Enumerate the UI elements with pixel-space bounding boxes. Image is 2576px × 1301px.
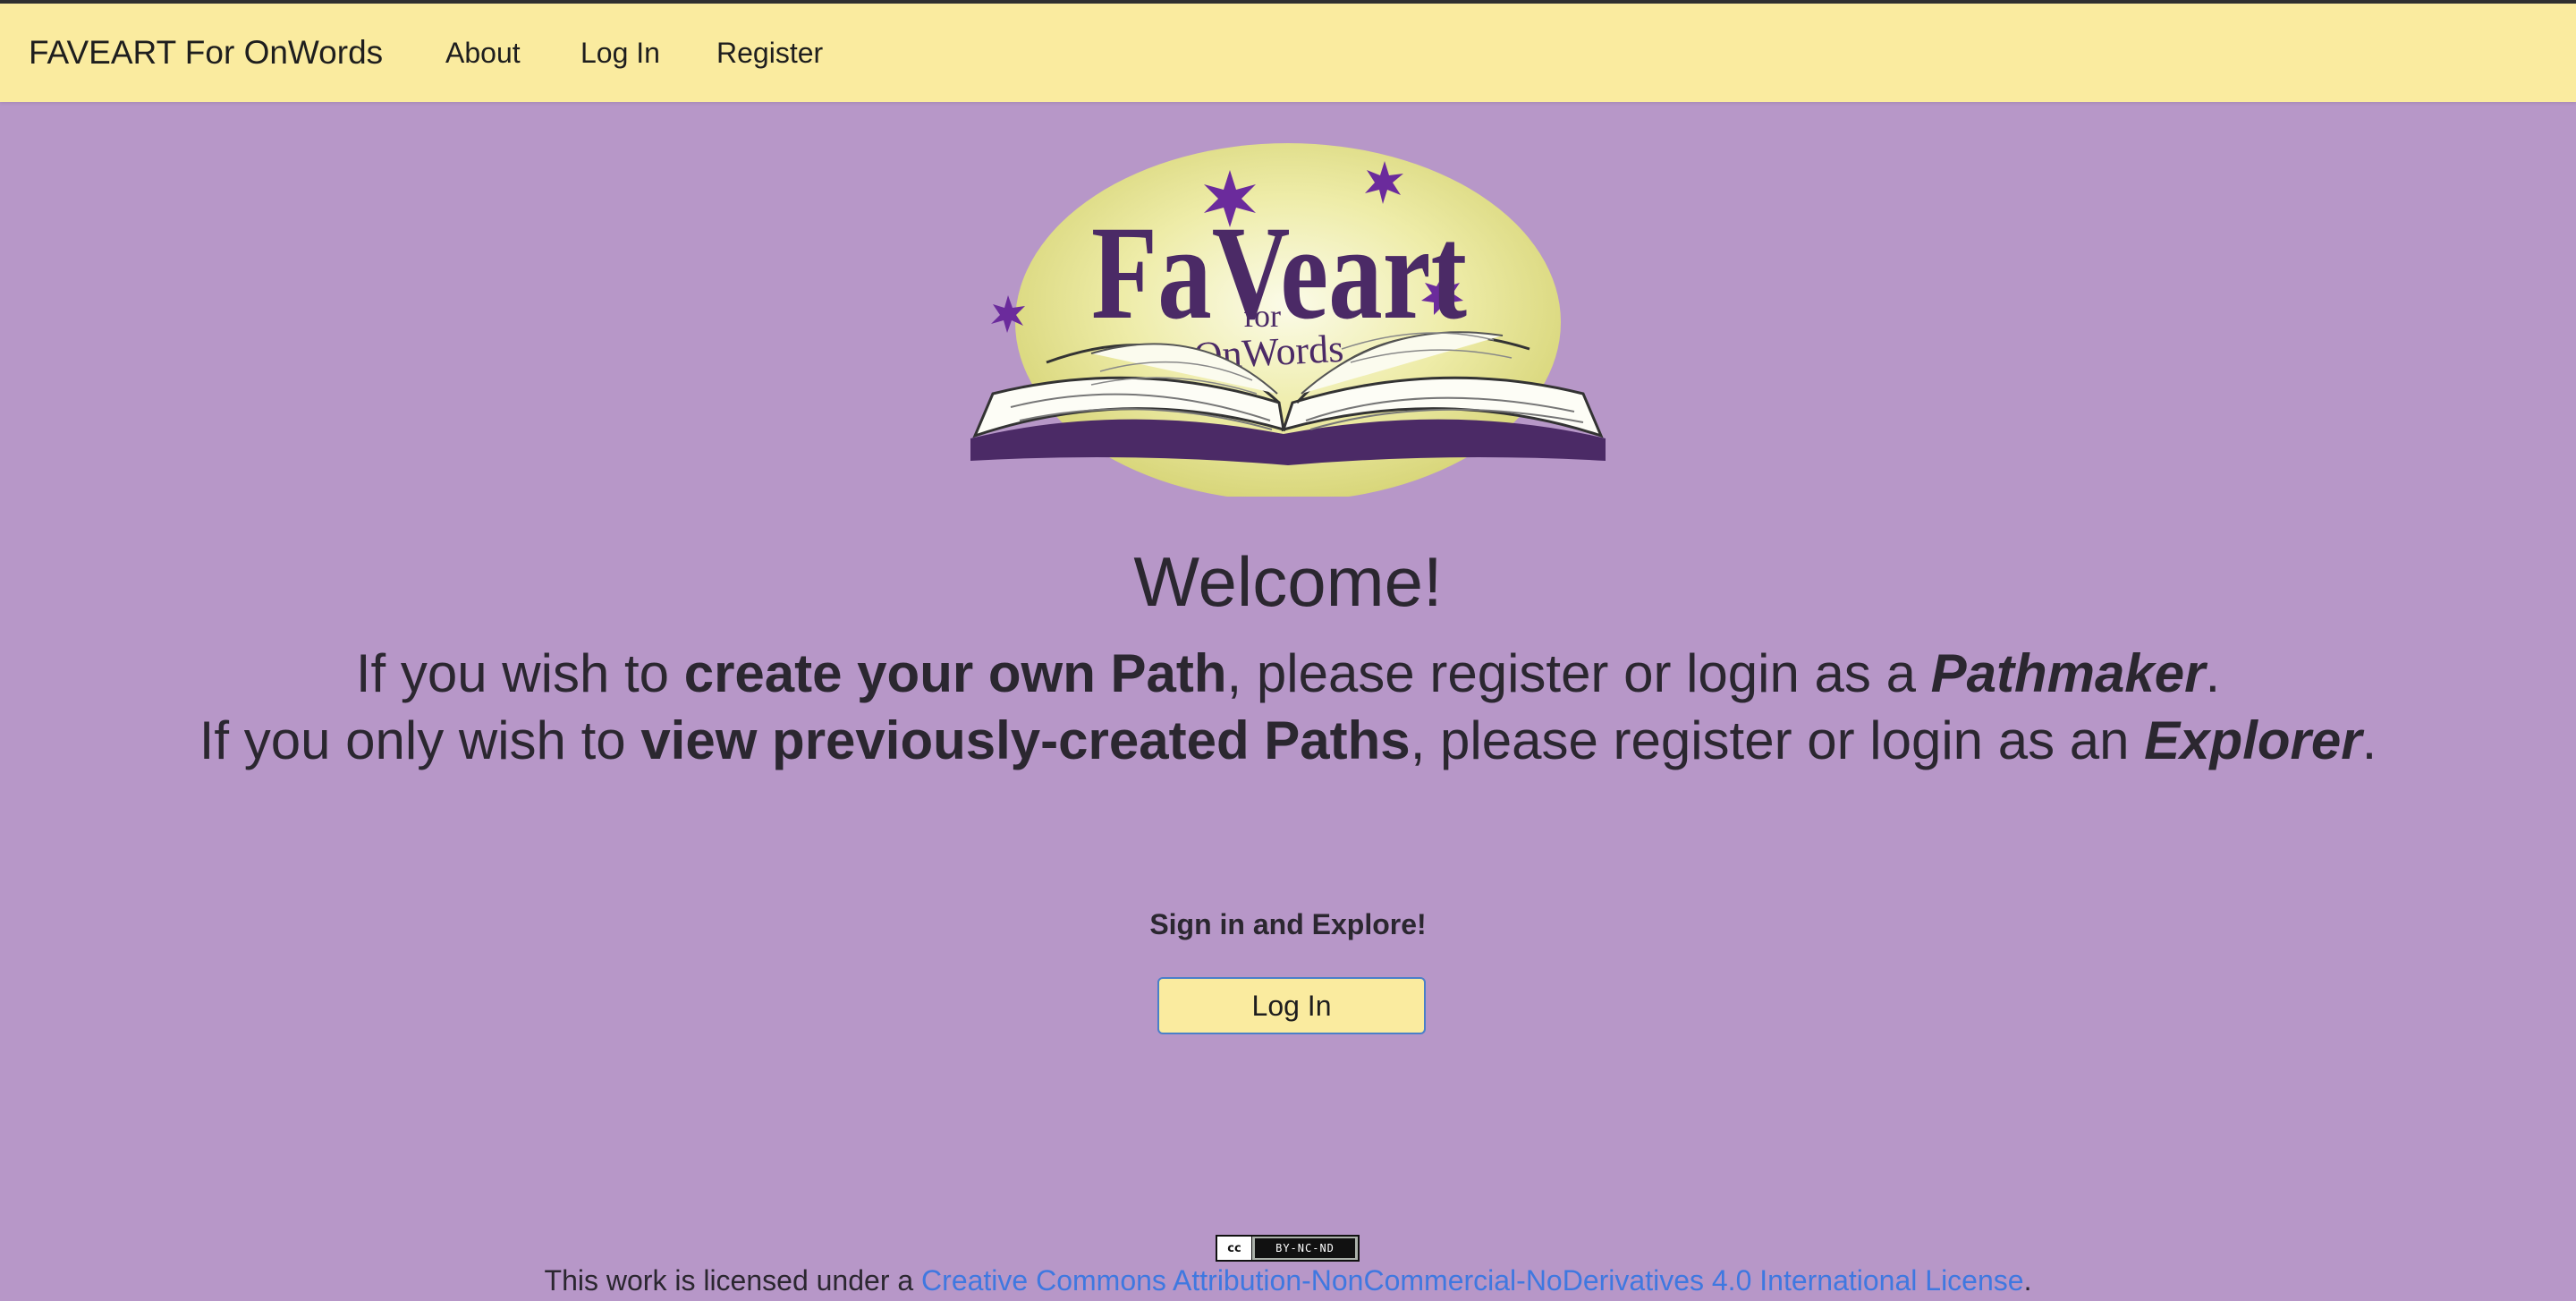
- faveart-logo: FaVeart for OnWords: [970, 143, 1606, 497]
- logo-for: for: [1243, 298, 1281, 334]
- nav-about-link[interactable]: About: [445, 37, 521, 70]
- license-link[interactable]: Creative Commons Attribution-NonCommerci…: [921, 1264, 2024, 1297]
- brand-link[interactable]: FAVEART For OnWords: [29, 34, 383, 72]
- navbar: FAVEART For OnWords About Log In Registe…: [0, 0, 2576, 102]
- license-text: This work is licensed under a Creative C…: [544, 1264, 2032, 1297]
- login-button[interactable]: Log In: [1157, 977, 1426, 1034]
- welcome-heading: Welcome!: [1133, 542, 1443, 621]
- cc-icon: cc: [1217, 1237, 1252, 1260]
- cc-badge-text: BY-NC-ND: [1255, 1238, 1355, 1258]
- nav-register-link[interactable]: Register: [716, 37, 823, 70]
- nav-login-link[interactable]: Log In: [580, 37, 660, 70]
- cc-license-badge[interactable]: cc BY-NC-ND: [1216, 1235, 1360, 1262]
- signin-label: Sign in and Explore!: [1149, 908, 1427, 940]
- explorer-instruction: If you only wish to view previously-crea…: [199, 710, 2377, 770]
- pathmaker-instruction: If you wish to create your own Path, ple…: [355, 643, 2221, 703]
